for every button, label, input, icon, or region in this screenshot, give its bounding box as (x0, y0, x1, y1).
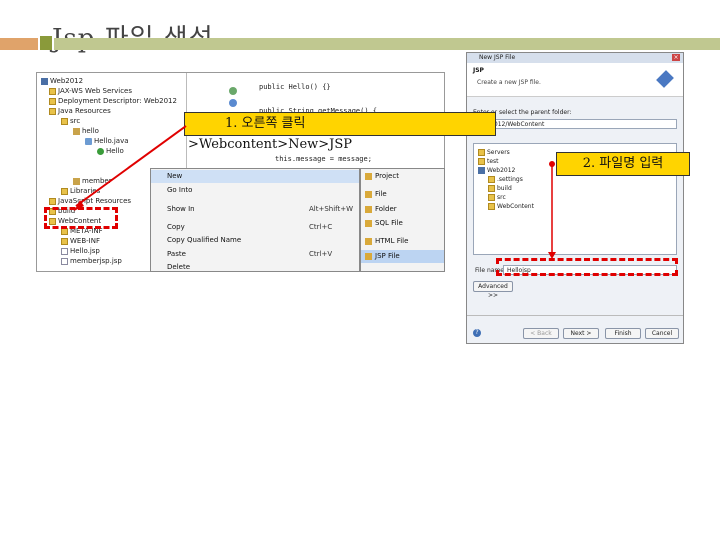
tree-item[interactable]: member (73, 176, 112, 186)
folder-tree-item-webcontent[interactable]: WebContent (488, 202, 534, 210)
help-icon[interactable]: ? (473, 329, 481, 337)
folder-tree-item[interactable]: Web2012 (478, 166, 515, 174)
folder-tree-item[interactable]: build (488, 184, 512, 192)
folder-icon (488, 202, 495, 210)
menu-item-paste[interactable]: Paste Ctrl+V (151, 248, 359, 261)
folder-icon (488, 193, 495, 201)
folder-icon (61, 117, 68, 125)
override-icon (229, 87, 237, 95)
tree-item[interactable]: src (61, 116, 80, 126)
folder-icon (478, 148, 485, 156)
java-file-icon (85, 137, 92, 145)
folder-icon (49, 97, 56, 105)
file-name-highlight-box (496, 258, 678, 276)
dialog-header-title: JSP (473, 67, 484, 74)
folder-icon (49, 87, 56, 95)
title-band-right (54, 38, 720, 50)
tree-item[interactable]: JavaScript Resources (49, 196, 131, 206)
tree-item[interactable]: hello (73, 126, 99, 136)
advanced-button[interactable]: Advanced >> (473, 281, 513, 299)
code-line: this.message = message; (275, 155, 372, 163)
project-icon (365, 173, 372, 180)
close-icon[interactable]: × (672, 54, 680, 61)
package-icon (73, 177, 80, 185)
tree-item[interactable]: JAX-WS Web Services (49, 86, 132, 96)
tree-item[interactable]: Hello (97, 146, 124, 156)
submenu-item-project[interactable]: Project (361, 170, 444, 183)
new-jsp-file-dialog: New JSP File × JSP Create a new JSP file… (466, 52, 684, 344)
folder-icon (49, 107, 56, 115)
cancel-button[interactable]: Cancel (645, 328, 679, 339)
sql-file-icon (365, 220, 372, 227)
folder-tree-item[interactable]: src (488, 193, 506, 201)
step1-path-text: >Webcontent>New>JSP (188, 137, 353, 152)
new-submenu: Project File Folder SQL File HTML File J… (360, 168, 445, 272)
tree-item[interactable]: WEB-INF (61, 236, 100, 246)
menu-item-copy-qualified-name[interactable]: Copy Qualified Name (151, 234, 359, 247)
folder-icon (61, 187, 68, 195)
step1-callout: 1. 오른쪽 클릭 (184, 112, 496, 136)
folder-icon (61, 237, 68, 245)
jsp-wizard-icon (656, 70, 674, 88)
title-band-accent (40, 36, 52, 50)
menu-item-delete[interactable]: Delete (151, 261, 359, 274)
context-menu: New Go Into Show In Alt+Shift+W Copy Ctrl+… (150, 168, 360, 272)
submenu-item-sql-file[interactable]: SQL File (361, 217, 444, 230)
class-icon (97, 147, 104, 155)
tree-item[interactable]: Deployment Descriptor: Web2012 (49, 96, 177, 106)
file-icon (61, 257, 68, 265)
tree-item[interactable]: Hello.java (85, 136, 129, 146)
folder-icon (365, 206, 372, 213)
file-icon (61, 247, 68, 255)
dialog-header: JSP Create a new JSP file. (467, 63, 683, 97)
step2-callout: 2. 파일명 입력 (556, 152, 690, 176)
menu-item-new[interactable]: New (151, 170, 359, 183)
submenu-item-file[interactable]: File (361, 188, 444, 201)
code-line: public Hello() {} (259, 83, 331, 91)
method-icon (229, 99, 237, 107)
folder-icon (488, 184, 495, 192)
webcontent-highlight-box (44, 207, 118, 229)
submenu-item-jsp-file[interactable]: JSP File (361, 250, 444, 263)
back-button[interactable]: < Back (523, 328, 559, 339)
project-icon (478, 166, 485, 174)
dialog-separator (467, 315, 683, 316)
tree-item[interactable]: memberjsp.jsp (61, 256, 122, 266)
finish-button[interactable]: Finish (605, 328, 641, 339)
tree-item[interactable]: Libraries (61, 186, 100, 196)
next-button[interactable]: Next > (563, 328, 599, 339)
menu-item-show-in[interactable]: Show In Alt+Shift+W (151, 203, 359, 216)
folder-icon (488, 175, 495, 183)
dialog-header-description: Create a new JSP file. (477, 79, 541, 86)
submenu-item-folder[interactable]: Folder (361, 203, 444, 216)
dialog-titlebar: New JSP File (467, 53, 683, 63)
menu-item-copy[interactable]: Copy Ctrl+C (151, 221, 359, 234)
tree-item[interactable]: Java Resources (49, 106, 111, 116)
submenu-item-html-file[interactable]: HTML File (361, 235, 444, 248)
html-file-icon (365, 238, 372, 245)
parent-folder-field[interactable]: Web2012/WebContent (473, 119, 677, 129)
jsp-file-icon (365, 253, 372, 260)
file-icon (365, 191, 372, 198)
tree-item[interactable]: Web2012 (41, 76, 83, 86)
folder-icon (478, 157, 485, 165)
folder-tree-item[interactable]: test (478, 157, 499, 165)
project-icon (41, 77, 48, 85)
package-icon (73, 127, 80, 135)
folder-tree-item[interactable]: .settings (488, 175, 523, 183)
folder-tree-item[interactable]: Servers (478, 148, 510, 156)
folder-icon (49, 197, 56, 205)
tree-item[interactable]: Hello.jsp (61, 246, 100, 256)
title-band-left (0, 38, 38, 50)
menu-item-go-into[interactable]: Go Into (151, 184, 359, 197)
